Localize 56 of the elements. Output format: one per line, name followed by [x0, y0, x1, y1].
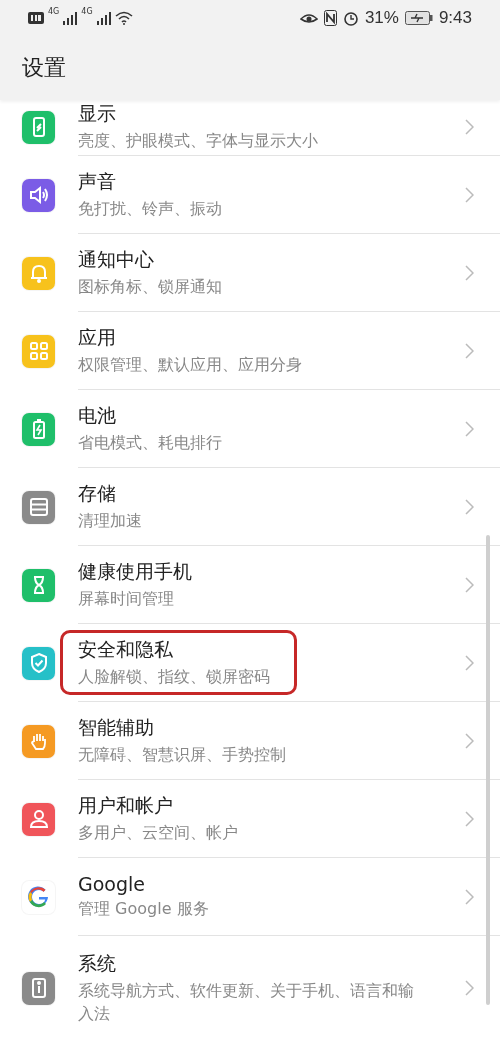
item-title: 系统	[78, 950, 117, 976]
settings-item[interactable]: 电池 省电模式、耗电排行	[0, 390, 500, 468]
signal-icon	[63, 11, 78, 25]
item-subtitle: 屏幕时间管理	[78, 587, 175, 610]
chevron-icon	[465, 420, 474, 437]
item-subtitle: 人脸解锁、指纹、锁屏密码	[78, 665, 270, 688]
chevron-icon	[465, 118, 474, 135]
item-subtitle: 亮度、护眼模式、字体与显示大小	[78, 129, 318, 152]
item-subtitle: 权限管理、默认应用、应用分身	[78, 353, 302, 376]
chevron-icon	[465, 888, 474, 905]
item-subtitle: 免打扰、铃声、振动	[78, 197, 222, 220]
item-title: 应用	[78, 324, 117, 350]
settings-item[interactable]: 显示 亮度、护眼模式、字体与显示大小	[0, 100, 500, 156]
settings-item[interactable]: 系统 系统导航方式、软件更新、关于手机、语言和输入法	[0, 936, 500, 1039]
nfc-icon	[323, 10, 337, 26]
network-label: 4G	[81, 7, 93, 16]
item-title: 声音	[78, 168, 117, 194]
wifi-icon	[114, 11, 133, 25]
chevron-icon	[465, 654, 474, 671]
item-subtitle: 多用户、云空间、帐户	[78, 821, 238, 844]
item-title: 健康使用手机	[78, 558, 192, 584]
item-subtitle: 清理加速	[78, 509, 142, 532]
clock-time: 9:43	[438, 8, 472, 28]
chevron-icon	[465, 498, 474, 515]
settings-item[interactable]: 应用 权限管理、默认应用、应用分身	[0, 312, 500, 390]
settings-item[interactable]: 声音 免打扰、铃声、振动	[0, 156, 500, 234]
battery-icon	[404, 11, 433, 25]
chevron-icon	[465, 980, 474, 996]
settings-item[interactable]: 通知中心 图标角标、锁屏通知	[0, 234, 500, 312]
chevron-icon	[465, 264, 474, 281]
item-subtitle: 管理 Google 服务	[78, 897, 209, 920]
network-label: 4G	[48, 7, 60, 16]
item-subtitle: 图标角标、锁屏通知	[78, 275, 222, 298]
item-title: 电池	[78, 402, 117, 428]
alarm-icon	[342, 10, 359, 26]
chevron-icon	[465, 810, 474, 827]
item-title: 智能辅助	[78, 714, 155, 740]
item-title: Google	[78, 872, 146, 895]
page-title: 设置	[22, 54, 66, 82]
settings-item[interactable]: 安全和隐私 人脸解锁、指纹、锁屏密码	[0, 624, 500, 702]
item-title: 通知中心	[78, 246, 155, 272]
chevron-icon	[465, 186, 474, 203]
chevron-icon	[465, 732, 474, 749]
chevron-icon	[465, 576, 474, 593]
chevron-icon	[465, 342, 474, 359]
item-title: 安全和隐私	[78, 636, 174, 662]
settings-item[interactable]: 存储 清理加速	[0, 468, 500, 546]
item-subtitle: 省电模式、耗电排行	[78, 431, 222, 454]
item-subtitle: 无障碍、智慧识屏、手势控制	[78, 743, 286, 766]
item-subtitle: 系统导航方式、软件更新、关于手机、语言和输入法	[78, 979, 415, 1025]
item-title: 显示	[78, 100, 117, 126]
battery-percent: 31%	[364, 8, 399, 28]
signal-icon	[96, 11, 111, 25]
item-title: 存储	[78, 480, 117, 506]
eye-icon	[299, 11, 318, 25]
item-title: 用户和帐户	[78, 792, 174, 818]
